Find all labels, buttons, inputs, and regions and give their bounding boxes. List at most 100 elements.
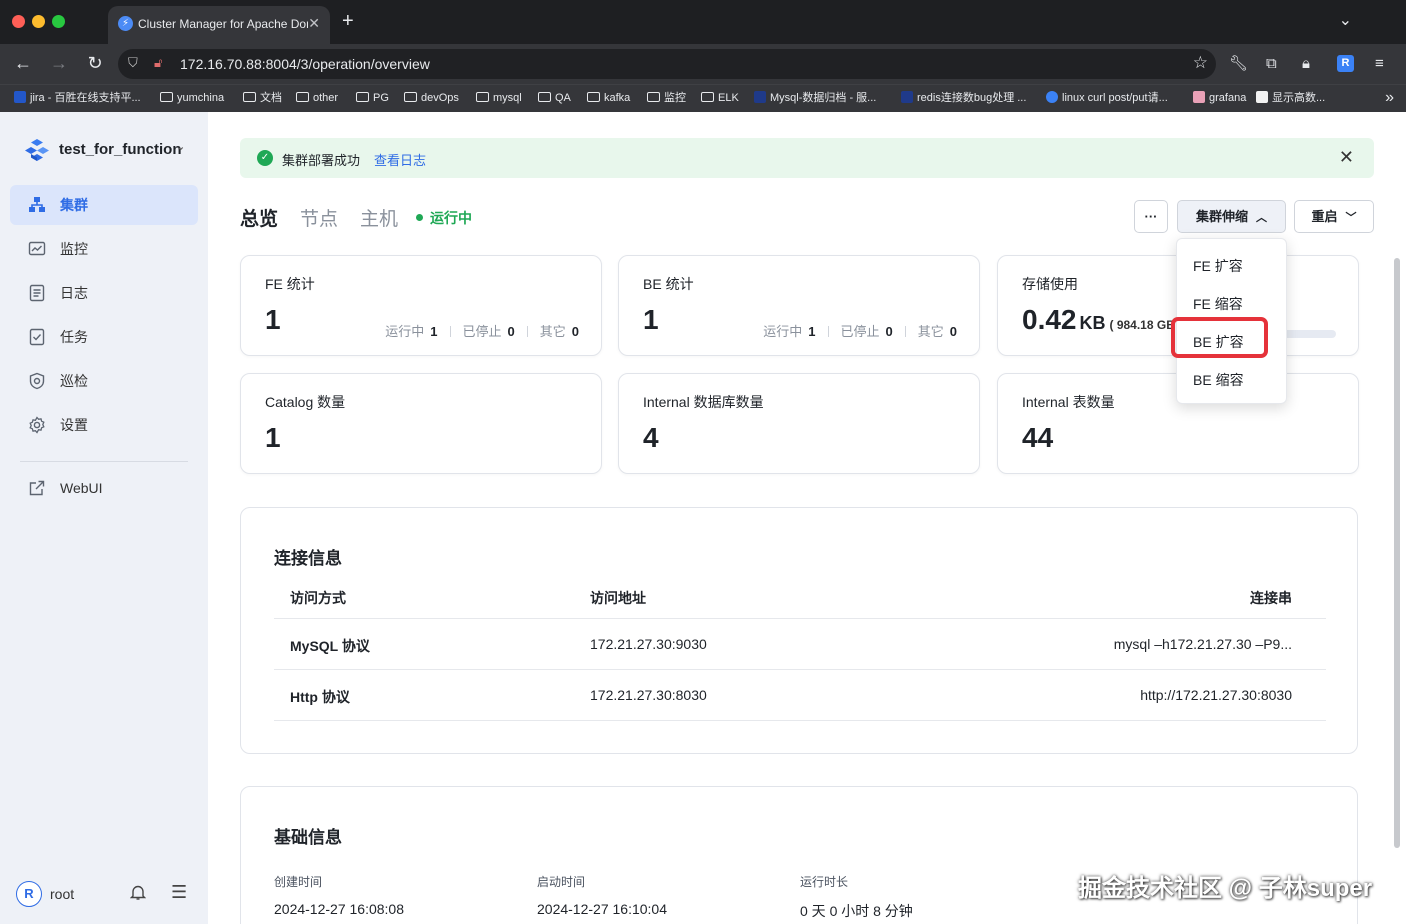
fe-stats-card: FE 统计 1 运行中 1 已停止 0 其它 0 — [240, 255, 602, 356]
bookmark-folder[interactable]: yumchina — [160, 91, 224, 105]
cluster-scale-button[interactable]: 集群伸缩 ︿ — [1177, 200, 1286, 233]
extensions-puzzle-icon[interactable]: ⧉ — [1266, 55, 1277, 73]
access-address[interactable]: 172.21.27.30:8030 — [590, 687, 707, 703]
bookmark-item[interactable]: jira - 百胜在线支持平... — [14, 91, 141, 105]
created-time-field: 创建时间 2024-12-27 16:08:08 — [274, 873, 404, 917]
insecure-lock-icon[interactable]: 🔓︎ — [154, 55, 162, 71]
sidebar-item-settings[interactable]: 设置 — [10, 405, 198, 445]
page-scrollbar[interactable] — [1394, 258, 1400, 848]
sidebar-item-cluster[interactable]: 集群 — [10, 185, 198, 225]
bookmark-folder[interactable]: other — [296, 91, 338, 105]
bookmark-folder[interactable]: 文档 — [243, 91, 282, 105]
menu-item-fe-scale-in[interactable]: FE 缩容 — [1193, 294, 1243, 314]
folder-icon — [647, 92, 660, 102]
bookmark-star-icon[interactable]: ☆ — [1193, 53, 1208, 73]
main-content: ✓ 集群部署成功 查看日志 ✕ 总览 节点 主机 运行中 ··· 集群伸缩 ︿ 重… — [208, 112, 1406, 924]
inspection-icon — [28, 372, 46, 390]
bookmark-item[interactable]: linux curl post/put请... — [1046, 91, 1168, 105]
tab-search-chevron-icon[interactable]: ⌄ — [1339, 10, 1352, 30]
close-icon[interactable]: ✕ — [1339, 147, 1354, 167]
tab-nodes[interactable]: 节点 — [300, 204, 338, 231]
r-extension-icon[interactable]: R — [1337, 55, 1354, 72]
section-title: 基础信息 — [274, 828, 342, 847]
shield-icon[interactable]: ⛉ — [128, 55, 138, 71]
access-address[interactable]: 172.21.27.30:9030 — [590, 636, 707, 652]
bell-icon[interactable] — [129, 884, 147, 906]
tab-overview[interactable]: 总览 — [240, 204, 278, 231]
database-count: 4 — [643, 422, 659, 453]
bookmark-item[interactable]: redis连接数bug处理 ... — [901, 91, 1026, 105]
tab-hosts[interactable]: 主机 — [360, 204, 398, 231]
collapse-menu-icon[interactable]: ☰ — [171, 882, 187, 903]
field-value: 2024-12-27 16:08:08 — [274, 901, 404, 917]
globe-icon — [1046, 91, 1058, 103]
url-text[interactable]: 172.16.70.88:8004/3/operation/overview — [180, 56, 430, 72]
external-link-icon — [28, 479, 46, 497]
bookmark-folder[interactable]: mysql — [476, 91, 522, 105]
bookmark-folder[interactable]: kafka — [587, 91, 630, 105]
sidebar-item-label: 监控 — [60, 241, 88, 257]
window-minimize-button[interactable] — [32, 15, 45, 28]
restart-button[interactable]: 重启 ﹀ — [1294, 200, 1374, 233]
more-bookmarks-icon[interactable]: » — [1385, 89, 1394, 107]
bookmark-item[interactable]: 显示高数... — [1256, 91, 1325, 105]
monitor-icon — [28, 240, 46, 258]
sidebar-item-inspection[interactable]: 巡检 — [10, 361, 198, 401]
wrench-icon[interactable]: 🔧︎ — [1229, 55, 1248, 73]
page-icon — [754, 91, 766, 103]
reload-icon[interactable]: ↻ — [84, 53, 106, 73]
sidebar-item-tasks[interactable]: 任务 — [10, 317, 198, 357]
sidebar-item-logs[interactable]: 日志 — [10, 273, 198, 313]
started-time-field: 启动时间 2024-12-27 16:10:04 — [537, 873, 667, 917]
connection-string[interactable]: mysql –h172.21.27.30 –P9... — [1114, 636, 1292, 652]
browser-menu-icon[interactable]: ≡ — [1375, 55, 1384, 73]
folder-icon — [243, 92, 256, 102]
sidebar-item-label: 集群 — [60, 197, 88, 213]
watermark: 掘金技术社区 @ 子林super — [1078, 875, 1373, 902]
browser-tab[interactable]: ⚡ Cluster Manager for Apache Doris ✕ — [108, 6, 330, 44]
bookmark-folder[interactable]: ELK — [701, 91, 739, 105]
close-tab-icon[interactable]: ✕ — [308, 15, 320, 31]
lock-extension-icon[interactable]: 🔒︎ — [1302, 55, 1310, 73]
folder-icon — [538, 92, 551, 102]
chevron-down-icon: ﹀ — [1345, 212, 1357, 224]
bookmark-folder[interactable]: PG — [356, 91, 389, 105]
username[interactable]: root — [50, 886, 74, 902]
bookmark-folder[interactable]: 监控 — [647, 91, 686, 105]
access-method: Http 协议 — [290, 689, 350, 705]
view-log-link[interactable]: 查看日志 — [374, 150, 426, 169]
bookmark-item[interactable]: Mysql-数据归档 - 服... — [754, 91, 876, 105]
bookmark-item[interactable]: grafana — [1193, 91, 1246, 105]
more-actions-button[interactable]: ··· — [1134, 200, 1168, 233]
folder-icon — [587, 92, 600, 102]
back-arrow-icon[interactable]: ← — [12, 53, 34, 73]
folder-icon — [476, 92, 489, 102]
section-title: 连接信息 — [274, 549, 342, 568]
sidebar-item-monitor[interactable]: 监控 — [10, 229, 198, 269]
menu-item-fe-scale-out[interactable]: FE 扩容 — [1193, 256, 1243, 276]
sidebar-item-webui[interactable]: WebUI — [10, 468, 198, 508]
avatar[interactable]: R — [16, 881, 42, 907]
menu-item-be-scale-in[interactable]: BE 缩容 — [1193, 370, 1244, 390]
card-title: FE 统计 — [265, 276, 315, 292]
connection-string[interactable]: http://172.21.27.30:8030 — [1140, 687, 1292, 703]
forward-arrow-icon[interactable]: → — [48, 53, 70, 73]
database-count-card: Internal 数据库数量 4 — [618, 373, 980, 474]
sidebar-item-label: 设置 — [60, 417, 88, 433]
window-maximize-button[interactable] — [52, 15, 65, 28]
card-title: Internal 数据库数量 — [643, 394, 764, 410]
success-alert: ✓ 集群部署成功 查看日志 ✕ — [240, 138, 1374, 178]
folder-icon — [296, 92, 309, 102]
chart-page-icon — [1256, 91, 1268, 103]
new-tab-button[interactable]: + — [342, 11, 354, 31]
address-bar[interactable]: ⛉ 🔓︎ 172.16.70.88:8004/3/operation/overv… — [118, 49, 1216, 79]
be-total: 1 — [643, 304, 659, 335]
field-value: 0 天 0 小时 8 分钟 — [800, 903, 913, 919]
bookmark-folder[interactable]: devOps — [404, 91, 459, 105]
bookmark-folder[interactable]: QA — [538, 91, 571, 105]
tab-title: Cluster Manager for Apache Doris — [138, 17, 308, 31]
project-name: test_for_function — [59, 141, 182, 158]
gear-icon — [28, 416, 46, 434]
column-header: 访问方式 — [290, 590, 346, 606]
window-close-button[interactable] — [12, 15, 25, 28]
